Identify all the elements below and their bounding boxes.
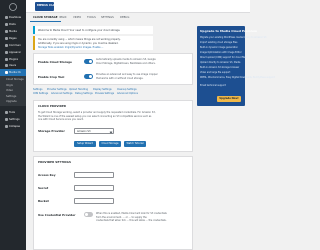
media-cloud-logo: MEDIA CLOUD: [35, 2, 61, 11]
upgrade-panel: Upgrade to Media Cloud Premium Migrate y…: [197, 26, 275, 106]
sidebar-item-posts[interactable]: Posts: [5, 21, 21, 27]
enable-cloud-storage-toggle[interactable]: [84, 59, 93, 64]
plugin-header: MEDIA CLOUD: [26, 0, 250, 13]
tab-video[interactable]: VIDEO: [70, 14, 84, 22]
link-cdn-settings[interactable]: CDN Settings: [33, 92, 48, 95]
cloud-icon: [5, 71, 8, 74]
provider-settings-panel: PROVIDER SETTINGS Access Key Secret Buck…: [33, 156, 193, 250]
access-key-input[interactable]: [74, 172, 114, 178]
submenu-upgrade[interactable]: Upgrade: [6, 100, 17, 103]
tab-debug[interactable]: DEBUG: [117, 14, 132, 22]
link-upload-handling[interactable]: Upload Handling: [69, 88, 88, 91]
sidebar-collapse-menu[interactable]: Collapse menu: [5, 123, 21, 129]
submenu-cloud-storage[interactable]: Cloud Storage: [6, 78, 24, 81]
feature-toggles-panel: Enable Cloud Storage Automatically uploa…: [33, 53, 193, 85]
sidebar-item-media-cloud-inner: Media Cloud: [5, 70, 21, 76]
watch-tutorial-button[interactable]: Watch Tutorial: [124, 141, 146, 147]
submenu-settings[interactable]: Settings: [6, 95, 16, 98]
submenu-video[interactable]: Video: [6, 89, 13, 92]
link-provider-settings[interactable]: Provider Settings: [47, 88, 67, 91]
enable-crop-tool-toggle[interactable]: [84, 74, 93, 79]
sidebar-item-appearance[interactable]: Appearance: [5, 49, 21, 55]
sidebar-item-media[interactable]: Media: [5, 28, 21, 34]
secret-input[interactable]: [74, 185, 114, 191]
submenu-imgix[interactable]: Imgix: [6, 84, 13, 87]
main-content: MEDIA CLOUD CLOUD STORAGE IMGIX VIDEO TO…: [26, 0, 275, 250]
welcome-notice: Welcome to Media Cloud! Your need to con…: [33, 26, 153, 34]
enable-cloud-storage-label: Enable Cloud Storage: [38, 60, 72, 64]
sidebar-item-comments[interactable]: Comments: [5, 42, 21, 48]
tools-icon: [5, 110, 8, 114]
admin-sidebar: Dashboard Posts Media Pages Comments App…: [0, 0, 26, 250]
storage-provider-label: Storage Provider: [38, 129, 65, 133]
link-display-settings[interactable]: Display Settings: [93, 88, 112, 91]
chevron-down-icon: [109, 130, 113, 133]
credential-provider-label: Use Credential Provider: [38, 213, 76, 217]
sidebar-item-pages[interactable]: Pages: [5, 35, 21, 41]
sidebar-item-media-cloud[interactable]: Media Cloud: [0, 69, 26, 76]
collapse-icon: [5, 124, 8, 128]
bucket-label: Bucket: [38, 199, 49, 203]
sidebar-item-tools[interactable]: Tools: [5, 109, 21, 115]
link-settings[interactable]: Settings: [33, 88, 42, 91]
cloud-provider-panel: CLOUD PROVIDER To get Cloud Storage work…: [33, 100, 193, 152]
plugins-icon: [5, 57, 8, 61]
wordpress-logo-icon[interactable]: [6, 3, 20, 11]
link-advanced-settings[interactable]: Advanced Settings: [51, 92, 73, 95]
bucket-input[interactable]: [74, 198, 114, 204]
sidebar-submenu: Cloud Storage Imgix Video Settings Upgra…: [0, 76, 26, 106]
link-preview-settings[interactable]: Preview Settings: [95, 92, 114, 95]
cloud-provider-title: CLOUD PROVIDER: [38, 104, 67, 108]
settings-icon: [5, 117, 8, 121]
cloud-storage-button[interactable]: Cloud Storage: [99, 141, 121, 147]
upgrade-now-button[interactable]: Upgrade Now!: [217, 96, 241, 102]
comments-icon: [5, 43, 8, 47]
sidebar-item-settings[interactable]: Settings: [5, 116, 21, 122]
tab-tools[interactable]: TOOLS: [84, 14, 99, 22]
access-key-label: Access Key: [38, 173, 56, 177]
sidebar-item-dashboard[interactable]: Dashboard: [5, 14, 21, 20]
warning-notice: You are currently using ... which means …: [33, 36, 153, 50]
users-icon: [5, 63, 8, 67]
media-icon: [5, 29, 8, 33]
sidebar-item-users[interactable]: Users: [5, 62, 21, 68]
dashboard-icon: [5, 15, 8, 19]
pages-icon: [5, 36, 8, 40]
posts-icon: [5, 22, 8, 26]
storage-provider-select[interactable]: Amazon S3: [74, 128, 114, 134]
tab-imgix[interactable]: IMGIX: [56, 14, 70, 22]
enable-crop-tool-label: Enable Crop Tool: [38, 75, 65, 79]
credential-provider-toggle[interactable]: [84, 212, 93, 217]
link-debug-settings[interactable]: Debug Settings: [75, 92, 93, 95]
link-advanced-options[interactable]: Advanced Options: [117, 92, 138, 95]
provider-settings-title: PROVIDER SETTINGS: [38, 160, 71, 164]
secret-label: Secret: [38, 186, 49, 190]
setup-wizard-button[interactable]: Setup Wizard: [74, 141, 96, 147]
link-cleanup-settings[interactable]: Cleanup Settings: [117, 88, 137, 91]
settings-jump-links: Settings Provider Settings Upload Handli…: [33, 88, 163, 96]
appearance-icon: [5, 50, 8, 54]
tab-settings[interactable]: SETTINGS: [98, 14, 117, 22]
